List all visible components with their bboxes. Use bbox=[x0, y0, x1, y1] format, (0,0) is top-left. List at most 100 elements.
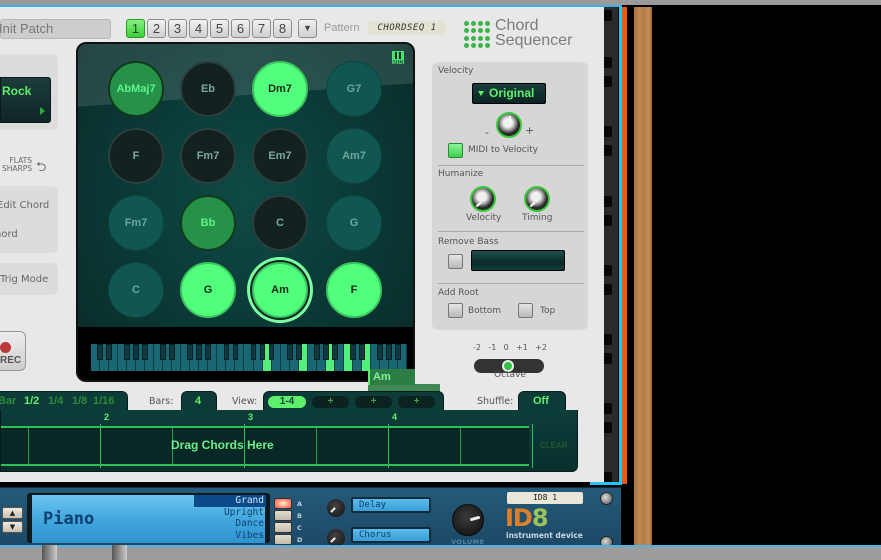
chord-pad[interactable]: C bbox=[252, 195, 308, 251]
chord-pad[interactable]: Fm7 bbox=[108, 195, 164, 251]
add-root-label: Add Root bbox=[438, 288, 479, 298]
chord-button[interactable]: Chord bbox=[0, 229, 18, 240]
scale-name: Rock bbox=[2, 84, 32, 98]
variant-button-a[interactable] bbox=[274, 498, 292, 509]
dot-grid-logo-icon bbox=[464, 21, 492, 49]
view-label: View: bbox=[232, 396, 258, 407]
view-range-add[interactable]: + bbox=[355, 396, 392, 408]
variant-button-c[interactable] bbox=[274, 522, 292, 533]
variant-item[interactable]: Grand bbox=[194, 495, 266, 507]
delay-knob[interactable] bbox=[327, 499, 345, 517]
pattern-button-3[interactable]: 3 bbox=[168, 19, 187, 38]
piano-black-key bbox=[169, 344, 176, 360]
midi-to-velocity-checkbox[interactable] bbox=[448, 143, 463, 158]
lane-end-line bbox=[532, 424, 533, 468]
chord-pad[interactable]: Bb bbox=[180, 195, 236, 251]
velocity-amount-knob[interactable] bbox=[496, 112, 522, 138]
resolution-1-2[interactable]: 1/2 bbox=[24, 395, 39, 407]
variant-item[interactable]: Upright bbox=[194, 507, 266, 519]
piano-black-key bbox=[97, 344, 103, 360]
chord-pad[interactable]: C bbox=[108, 262, 164, 318]
device-name-tape[interactable]: ID8 1 bbox=[507, 492, 583, 504]
cable-tab bbox=[42, 545, 57, 560]
piano-black-key bbox=[160, 344, 167, 360]
chord-pad[interactable]: Em7 bbox=[252, 128, 308, 184]
resolution-1-16[interactable]: 1/16 bbox=[93, 395, 114, 407]
bars-value[interactable]: 4 bbox=[195, 395, 201, 407]
resolution-bar[interactable]: Bar bbox=[0, 395, 16, 407]
play-arrow-icon bbox=[40, 107, 45, 115]
resolution-1-4[interactable]: 1/4 bbox=[48, 395, 63, 407]
pattern-name-tape[interactable]: CHORDSEQ 1 bbox=[368, 21, 446, 35]
pattern-menu-button[interactable]: ▼ bbox=[298, 19, 317, 38]
cable-tab bbox=[112, 545, 127, 560]
divider bbox=[438, 231, 584, 232]
chord-pad[interactable]: Dm7 bbox=[252, 61, 308, 117]
clear-button[interactable]: CLEAR bbox=[540, 441, 568, 450]
view-range-1-4[interactable]: 1-4 bbox=[268, 396, 306, 408]
chord-pad[interactable]: AbMaj7 bbox=[108, 61, 164, 117]
focus-outline bbox=[622, 7, 627, 484]
pattern-button-5[interactable]: 5 bbox=[210, 19, 229, 38]
patch-name-field[interactable]: Init Patch bbox=[0, 19, 111, 39]
chord-pad[interactable]: G bbox=[180, 262, 236, 318]
rec-button[interactable]: REC bbox=[0, 331, 26, 371]
variant-button-d[interactable] bbox=[274, 534, 292, 545]
view-range-add[interactable]: + bbox=[312, 396, 349, 408]
piano-black-key bbox=[106, 344, 112, 360]
dragged-chord[interactable]: Am bbox=[368, 369, 415, 385]
chord-pad[interactable]: F bbox=[108, 128, 164, 184]
patch-up-button[interactable]: ▲ bbox=[2, 507, 23, 519]
bar-line bbox=[100, 424, 101, 468]
remove-bass-checkbox[interactable] bbox=[448, 254, 463, 269]
arrow-down-icon: ▼ bbox=[9, 523, 16, 531]
chord-pad[interactable]: G bbox=[326, 195, 382, 251]
midi-to-velocity-label: MIDI to Velocity bbox=[468, 145, 539, 155]
octave-tick-labels: -2 -1 0 +1 +2 bbox=[473, 343, 547, 352]
scale-display[interactable]: Rock bbox=[0, 77, 51, 123]
drop-hint: Drag Chords Here bbox=[171, 438, 274, 452]
variant-item[interactable]: Vibes bbox=[194, 530, 266, 542]
chord-pad[interactable]: Am7 bbox=[326, 128, 382, 184]
resolution-1-8[interactable]: 1/8 bbox=[72, 395, 87, 407]
pattern-button-8[interactable]: 8 bbox=[273, 19, 292, 38]
minus-label: - bbox=[485, 126, 489, 139]
add-root-top-checkbox[interactable] bbox=[518, 303, 533, 318]
pattern-button-6[interactable]: 6 bbox=[231, 19, 250, 38]
beat-line bbox=[316, 426, 317, 466]
selection-outline bbox=[590, 482, 622, 485]
delay-field: Delay bbox=[351, 497, 431, 513]
humanize-velocity-knob[interactable] bbox=[470, 186, 496, 212]
patch-down-button[interactable]: ▼ bbox=[2, 521, 23, 533]
shuffle-value[interactable]: Off bbox=[533, 395, 549, 407]
patch-category: Piano bbox=[43, 509, 95, 529]
piano-black-key bbox=[133, 344, 140, 360]
octave-tick: +2 bbox=[535, 343, 547, 352]
pattern-button-2[interactable]: 2 bbox=[147, 19, 166, 38]
flats-sharps-toggle-icon[interactable]: ⮌ bbox=[36, 158, 46, 180]
chorus-field: Chorus bbox=[351, 527, 431, 543]
id8-logo: ID8 bbox=[505, 504, 549, 532]
humanize-timing-label: Timing bbox=[522, 213, 553, 223]
velocity-mode-dropdown[interactable]: Original bbox=[472, 83, 546, 104]
bar-number: 3 bbox=[248, 412, 254, 422]
pattern-button-4[interactable]: 4 bbox=[189, 19, 208, 38]
chord-pad[interactable]: G7 bbox=[326, 61, 382, 117]
trig-mode-button[interactable]: Trig Mode bbox=[0, 274, 48, 285]
volume-knob[interactable] bbox=[452, 504, 484, 536]
velocity-mode-value: Original bbox=[489, 86, 535, 100]
pattern-label: Pattern bbox=[324, 22, 360, 34]
chord-pad[interactable]: F bbox=[326, 262, 382, 318]
variant-item[interactable]: Dance bbox=[194, 518, 266, 530]
humanize-timing-knob[interactable] bbox=[524, 186, 550, 212]
pattern-button-7[interactable]: 7 bbox=[252, 19, 271, 38]
variant-button-b[interactable] bbox=[274, 510, 292, 521]
edit-chord-button[interactable]: Edit Chord bbox=[0, 200, 49, 211]
chord-pad[interactable]: Eb bbox=[180, 61, 236, 117]
pattern-button-1[interactable]: 1 bbox=[126, 19, 145, 38]
view-range-add[interactable]: + bbox=[398, 396, 435, 408]
chord-pad[interactable]: Am bbox=[252, 262, 308, 318]
velocity-label: Velocity bbox=[438, 66, 474, 76]
add-root-bottom-checkbox[interactable] bbox=[448, 303, 463, 318]
chord-pad[interactable]: Fm7 bbox=[180, 128, 236, 184]
